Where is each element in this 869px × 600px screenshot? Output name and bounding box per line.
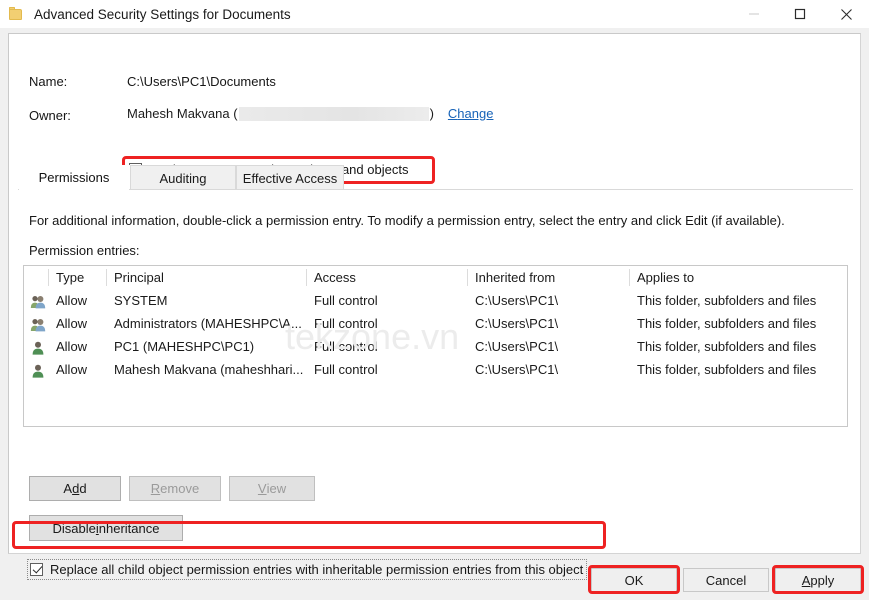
group-icon <box>30 319 46 332</box>
add-button[interactable]: Add <box>29 476 121 501</box>
cell-type: Allow <box>56 362 88 377</box>
apply-button[interactable]: Apply <box>775 568 861 592</box>
table-row[interactable]: Allow SYSTEM Full control C:\Users\PC1\ … <box>24 290 847 313</box>
user-icon <box>32 364 44 378</box>
cell-applies-to: This folder, subfolders and files <box>637 316 817 331</box>
column-header-principal[interactable]: Principal <box>114 270 164 285</box>
cell-applies-to: This folder, subfolders and files <box>637 293 817 308</box>
cell-principal: PC1 (MAHESHPC\PC1) <box>114 339 255 354</box>
column-header-inherited-from[interactable]: Inherited from <box>475 270 555 285</box>
owner-redacted-block <box>238 106 429 121</box>
maximize-icon <box>794 8 806 20</box>
cell-access: Full control <box>314 339 378 354</box>
replace-child-permissions-checkbox-box[interactable] <box>30 563 43 576</box>
column-header-type[interactable]: Type <box>56 270 84 285</box>
column-header-access[interactable]: Access <box>314 270 356 285</box>
view-button[interactable]: View <box>229 476 315 501</box>
change-link-accel: C <box>447 106 458 121</box>
cell-access: Full control <box>314 293 378 308</box>
replace-child-permissions-checkbox-label: Replace all child object permission entr… <box>50 562 584 577</box>
tab-effective-access[interactable]: Effective Access <box>236 165 344 190</box>
cell-access: Full control <box>314 316 378 331</box>
cell-applies-to: This folder, subfolders and files <box>637 362 817 377</box>
table-header-row: Type Principal Access Inherited from App… <box>24 266 847 290</box>
remove-button[interactable]: Remove <box>129 476 221 501</box>
cell-inherited-from: C:\Users\PC1\ <box>475 339 559 354</box>
close-button[interactable] <box>823 0 869 28</box>
close-icon <box>840 8 852 20</box>
user-icon <box>32 341 44 355</box>
tab-auditing-label: Auditing <box>159 170 207 186</box>
tab-effective-access-label: Effective Access <box>242 170 338 186</box>
minimize-button[interactable] <box>731 0 777 28</box>
cell-inherited-from: C:\Users\PC1\ <box>475 293 559 308</box>
cancel-button[interactable]: Cancel <box>683 568 769 592</box>
column-header-applies-to[interactable]: Applies to <box>637 270 694 285</box>
name-label: Name: <box>29 73 68 89</box>
owner-label: Owner: <box>29 107 71 123</box>
owner-value-group: Mahesh Makvana () Change <box>127 106 493 121</box>
permission-entries-label: Permission entries: <box>29 243 140 258</box>
cell-inherited-from: C:\Users\PC1\ <box>475 362 559 377</box>
tab-active-gap <box>19 189 129 190</box>
info-text: For additional information, double-click… <box>29 213 785 228</box>
advanced-security-settings-window: Advanced Security Settings for Documents <box>0 0 869 600</box>
replace-child-permissions-checkbox[interactable]: Replace all child object permission entr… <box>26 559 588 580</box>
cell-principal: Mahesh Makvana (maheshhari... <box>114 362 304 377</box>
name-value: C:\Users\PC1\Documents <box>127 73 276 89</box>
cell-type: Allow <box>56 293 88 308</box>
ok-button[interactable]: OK <box>591 568 677 592</box>
dialog-panel: Name: C:\Users\PC1\Documents Owner: Mahe… <box>8 33 861 580</box>
cell-type: Allow <box>56 316 88 331</box>
cell-type: Allow <box>56 339 88 354</box>
tab-underline <box>18 189 853 190</box>
owner-name-prefix: Mahesh Makvana ( <box>127 106 238 121</box>
cell-principal: SYSTEM <box>114 293 168 308</box>
caption-buttons <box>731 0 869 28</box>
window-title: Advanced Security Settings for Documents <box>34 6 291 22</box>
minimize-icon <box>749 13 759 15</box>
table-row[interactable]: Allow Administrators (MAHESHPC\A... Full… <box>24 313 847 336</box>
cell-access: Full control <box>314 362 378 377</box>
name-row: Name: C:\Users\PC1\Documents <box>9 72 860 90</box>
cell-inherited-from: C:\Users\PC1\ <box>475 316 559 331</box>
owner-name-suffix: ) <box>429 106 434 121</box>
title-bar: Advanced Security Settings for Documents <box>0 0 869 28</box>
table-row[interactable]: Allow Mahesh Makvana (maheshhari... Full… <box>24 359 847 382</box>
maximize-button[interactable] <box>777 0 823 28</box>
cell-principal: Administrators (MAHESHPC\A... <box>114 316 302 331</box>
table-row[interactable]: Allow PC1 (MAHESHPC\PC1) Full control C:… <box>24 336 847 359</box>
folder-icon <box>8 6 24 22</box>
disable-inheritance-button[interactable]: Disable i nheritance <box>29 515 183 541</box>
tab-strip: Permissions Auditing Effective Access <box>18 165 853 190</box>
cell-applies-to: This folder, subfolders and files <box>637 339 817 354</box>
change-owner-link[interactable]: Change <box>448 106 494 121</box>
group-icon <box>30 296 46 309</box>
tab-auditing[interactable]: Auditing <box>130 165 236 190</box>
tab-permissions[interactable]: Permissions <box>18 165 130 190</box>
permission-entries-table[interactable]: Type Principal Access Inherited from App… <box>23 265 848 427</box>
tab-permissions-label: Permissions <box>38 170 110 185</box>
change-link-rest: hange <box>457 106 494 121</box>
